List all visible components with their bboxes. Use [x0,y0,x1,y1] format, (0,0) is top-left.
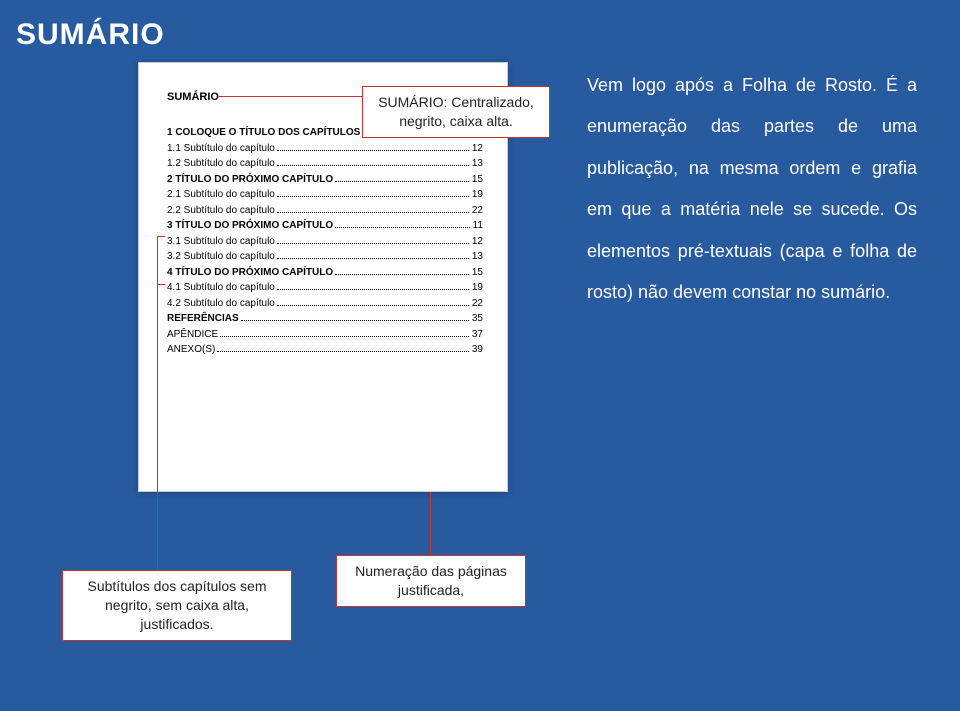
toc-row: 1.2 Subtítulo do capítulo 13 [167,156,483,172]
callout-text: negrito, caixa alta. [375,112,537,131]
toc-page: 39 [472,342,483,358]
toc-leader-dots [277,243,469,244]
toc-leader-dots [335,227,469,228]
toc-row: ANEXO(S) 39 [167,342,483,358]
connector-line [430,492,431,555]
toc-leader-dots [277,212,469,213]
toc-label: 1.1 Subtítulo do capítulo [167,141,275,157]
callout-text: justificada, [349,581,513,600]
toc-row: 4.2 Subtítulo do capítulo 22 [167,296,483,312]
toc-label: 4 TÍTULO DO PRÓXIMO CAPÍTULO [167,265,333,281]
callout-text: SUMÁRIO: Centralizado, [375,93,537,112]
toc-leader-dots [335,181,469,182]
toc-label: 4.1 Subtítulo do capítulo [167,280,275,296]
toc-label: 3.2 Subtítulo do capítulo [167,249,275,265]
toc-row: 4.1 Subtítulo do capítulo 19 [167,280,483,296]
toc-leader-dots [277,258,469,259]
toc-leader-dots [241,320,469,321]
connector-line [219,96,362,97]
toc-page: 22 [472,203,483,219]
toc-page: 19 [472,280,483,296]
toc-leader-dots [277,289,469,290]
toc-leader-dots [220,336,469,337]
toc-leader-dots [277,196,469,197]
toc-label: REFERÊNCIAS [167,311,239,327]
toc-page: 11 [473,218,483,234]
toc-row: 2.1 Subtítulo do capítulo 19 [167,187,483,203]
toc-label: 3.1 Subtítulo do capítulo [167,234,275,250]
connector-line [157,236,158,570]
table-of-contents: 1 COLOQUE O TÍTULO DOS CAPÍTULOS 11 1.1 Su… [167,125,483,358]
page-title: SUMÁRIO [0,0,960,52]
toc-page: 13 [472,156,483,172]
toc-leader-dots [277,150,469,151]
toc-label: 4.2 Subtítulo do capítulo [167,296,275,312]
connector-line [157,236,165,237]
toc-label: 1.2 Subtítulo do capítulo [167,156,275,172]
toc-row: 3.2 Subtítulo do capítulo 13 [167,249,483,265]
toc-row: 3 TÍTULO DO PRÓXIMO CAPÍTULO 11 [167,218,483,234]
toc-page: 15 [472,172,483,188]
toc-row: 2.2 Subtítulo do capítulo 22 [167,203,483,219]
callout-text: Subtítulos dos capítulos sem [75,577,279,596]
connector-line [157,284,165,285]
callout-text: Numeração das páginas [349,562,513,581]
toc-row: 4 TÍTULO DO PRÓXIMO CAPÍTULO 15 [167,265,483,281]
toc-leader-dots [335,274,469,275]
toc-label: 2.1 Subtítulo do capítulo [167,187,275,203]
callout-subtitles: Subtítulos dos capítulos sem negrito, se… [62,570,292,641]
callout-page-numbers: Numeração das páginas justificada, [336,555,526,607]
explanation-text: Vem logo após a Folha de Rosto. É a enum… [587,65,917,313]
toc-label: 2 TÍTULO DO PRÓXIMO CAPÍTULO [167,172,333,188]
callout-heading-style: SUMÁRIO: Centralizado, negrito, caixa al… [362,86,550,138]
toc-row: 2 TÍTULO DO PRÓXIMO CAPÍTULO 15 [167,172,483,188]
toc-row: REFERÊNCIAS 35 [167,311,483,327]
toc-label: 3 TÍTULO DO PRÓXIMO CAPÍTULO [167,218,333,234]
toc-row: APÊNDICE 37 [167,327,483,343]
toc-leader-dots [277,305,469,306]
toc-label: 1 COLOQUE O TÍTULO DOS CAPÍTULOS [167,125,360,141]
toc-label: 2.2 Subtítulo do capítulo [167,203,275,219]
toc-leader-dots [217,351,469,352]
toc-label: ANEXO(S) [167,342,215,358]
callout-text: justificados. [75,615,279,634]
toc-page: 12 [472,234,483,250]
callout-text: negrito, sem caixa alta, [75,596,279,615]
toc-leader-dots [277,165,469,166]
toc-row: 3.1 Subtítulo do capítulo 12 [167,234,483,250]
toc-page: 12 [472,141,483,157]
toc-page: 35 [472,311,483,327]
toc-page: 37 [472,327,483,343]
toc-label: APÊNDICE [167,327,218,343]
toc-page: 15 [472,265,483,281]
toc-page: 19 [472,187,483,203]
toc-row: 1.1 Subtítulo do capítulo 12 [167,141,483,157]
toc-page: 22 [472,296,483,312]
toc-page: 13 [472,249,483,265]
